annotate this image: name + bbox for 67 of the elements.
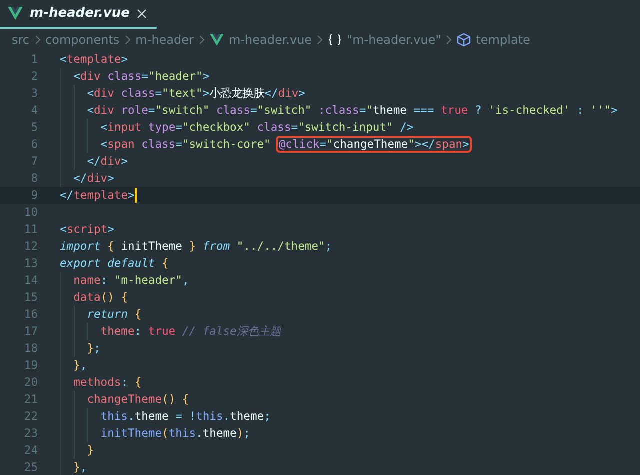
code-text: <div class="header"> [74,70,210,83]
breadcrumb-item[interactable]: m-header.vue [228,33,312,47]
line-number: 25 [23,461,38,474]
line-number: 23 [23,427,38,440]
braces-icon [328,34,342,46]
line-number: 9 [30,189,38,202]
code-text: <div role="switch" class="switch" :class="theme === true ? 'is-checked' : ''"> [87,104,618,117]
code-text: <span class="switch-core" [100,138,271,151]
chevron-right-icon [34,35,41,45]
line-number: 8 [30,172,38,185]
line-number: 6 [30,138,38,151]
line-number: 13 [23,257,38,270]
code-text: <input type="checkbox" class="switch-input" /> [100,121,414,134]
line-number: 15 [23,291,38,304]
text-cursor [134,188,137,203]
line-number: 5 [30,121,38,134]
line-number: 10 [23,206,38,219]
vue-logo-icon [210,34,224,46]
line-number: 1 [30,53,38,66]
code-text: initTheme(this.theme); [100,427,250,440]
code-text: name: "m-header", [74,274,190,287]
line-number: 3 [30,87,38,100]
line-number: 24 [23,444,38,457]
code-text: } [87,444,94,457]
line-number: 12 [23,240,38,253]
code-text: theme: true // false深色主题 [100,324,281,339]
line-number: 7 [30,155,38,168]
code-text: <div class="text">小恐龙换肤</div> [87,86,306,101]
line-number: 16 [23,308,38,321]
breadcrumb-item[interactable]: m-header [136,33,194,47]
line-number: 2 [30,70,38,83]
line-number: 20 [23,376,38,389]
code-text: data() { [74,291,128,304]
breadcrumb-item[interactable]: template [476,33,530,47]
code-text: methods: { [74,376,142,389]
code-text: </template> [60,189,135,202]
code-text: this.theme = !this.theme; [100,410,271,423]
line-number: 4 [30,104,38,117]
code-text: <template> [60,53,128,66]
code-text: }; [87,342,101,355]
breadcrumb-item[interactable]: src [12,33,30,47]
breadcrumb-item[interactable]: components [46,33,120,47]
code-text: export default { [60,257,169,270]
chevron-right-icon [124,35,131,45]
code-text: </div> [74,172,114,185]
code-text: import { initTheme } from "../../theme"; [60,240,332,253]
line-number: 11 [23,223,38,236]
code-text: return { [87,308,142,321]
line-number: 22 [23,410,38,423]
chevron-right-icon [198,35,205,45]
code-text: </div> [87,155,128,168]
close-icon[interactable] [136,8,147,18]
code-text: }, [74,359,88,372]
chevron-right-icon [446,35,452,45]
highlighted-code: @click="changeTheme"></span> [276,136,472,153]
code-text: }, [74,461,88,474]
chevron-right-icon [317,35,324,45]
line-number: 18 [23,342,38,355]
cube-icon [457,33,472,47]
line-number: 14 [23,274,38,287]
line-number: 21 [23,393,38,406]
breadcrumb-item[interactable]: "m-header.vue" [347,33,442,47]
line-number: 19 [23,359,38,372]
code-text: changeTheme() { [87,393,190,406]
vue-logo-icon [8,7,23,20]
line-number: 17 [23,325,38,338]
code-text: <script> [60,223,114,236]
